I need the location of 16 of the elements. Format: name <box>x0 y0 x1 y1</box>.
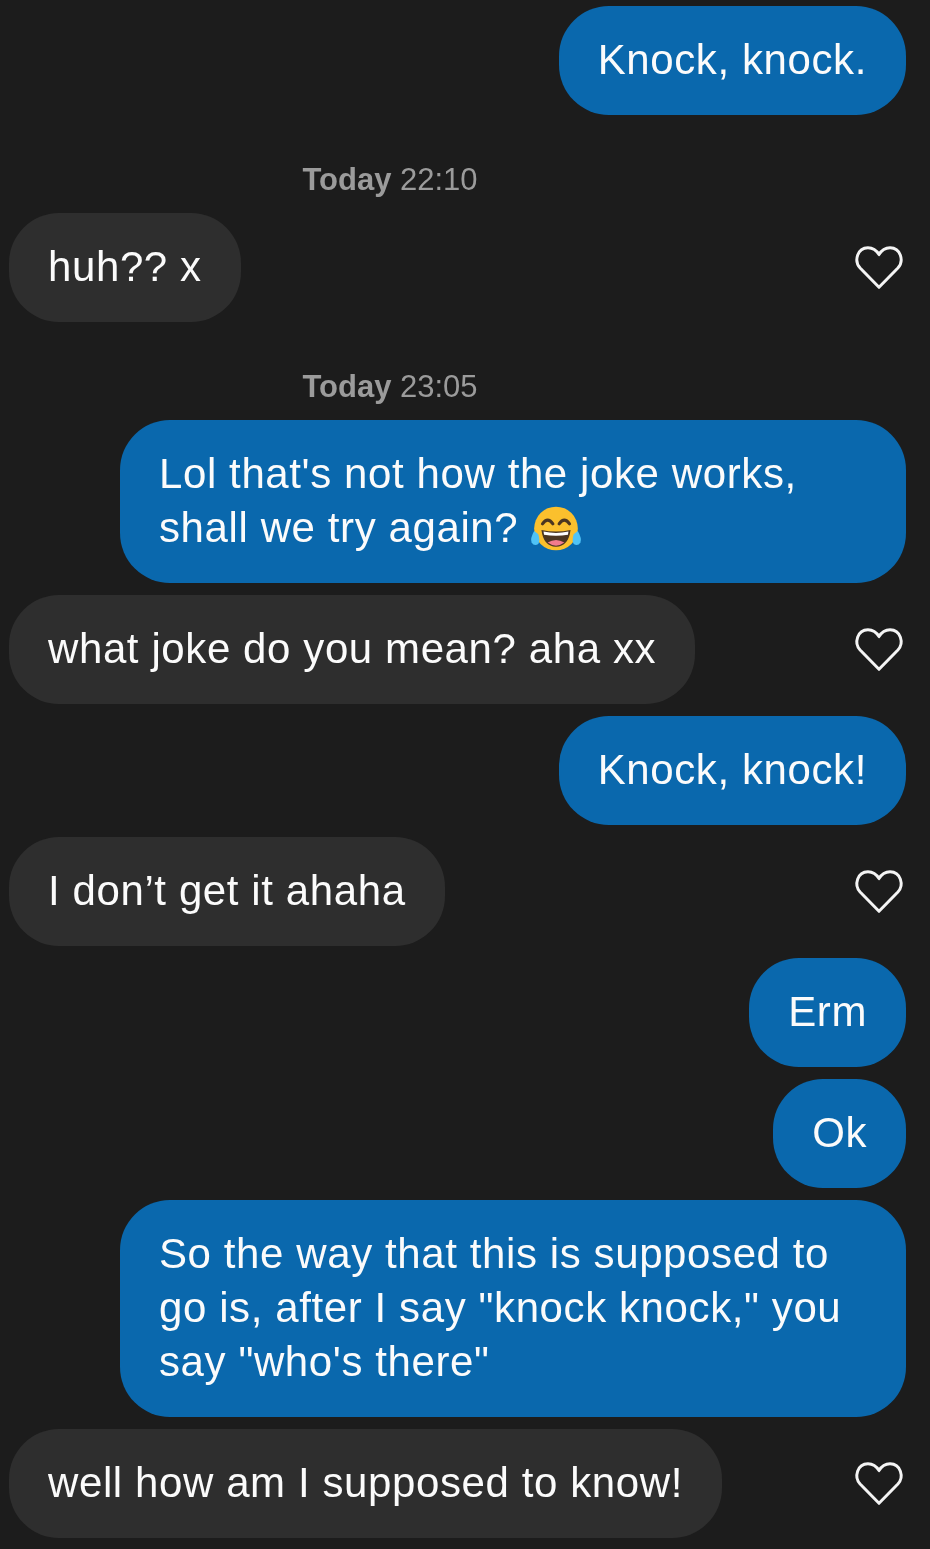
message-text: well how am I supposed to know! <box>48 1459 683 1506</box>
heart-icon[interactable] <box>853 626 905 673</box>
heart-icon[interactable] <box>853 1460 905 1507</box>
message-text: Knock, knock! <box>597 746 867 793</box>
message-text: what joke do you mean? aha xx <box>48 625 657 672</box>
message-text: I don’t get it ahaha <box>48 867 406 914</box>
heart-icon[interactable] <box>853 244 905 291</box>
heart-icon[interactable] <box>853 868 905 915</box>
message-text: Lol that's not how the joke works, shall we try again? <box>159 450 797 551</box>
message-text: huh?? x <box>48 243 202 290</box>
timestamp: Today 22:10 <box>302 162 478 198</box>
message-text: Knock, knock. <box>597 36 867 83</box>
timestamp: Today 23:05 <box>302 369 478 405</box>
message-text: Ok <box>812 1109 867 1156</box>
message-text: Erm <box>788 988 867 1035</box>
message-text: So the way that this is supposed to go is, after I say "knock knock," you say "who's there" <box>159 1230 842 1385</box>
